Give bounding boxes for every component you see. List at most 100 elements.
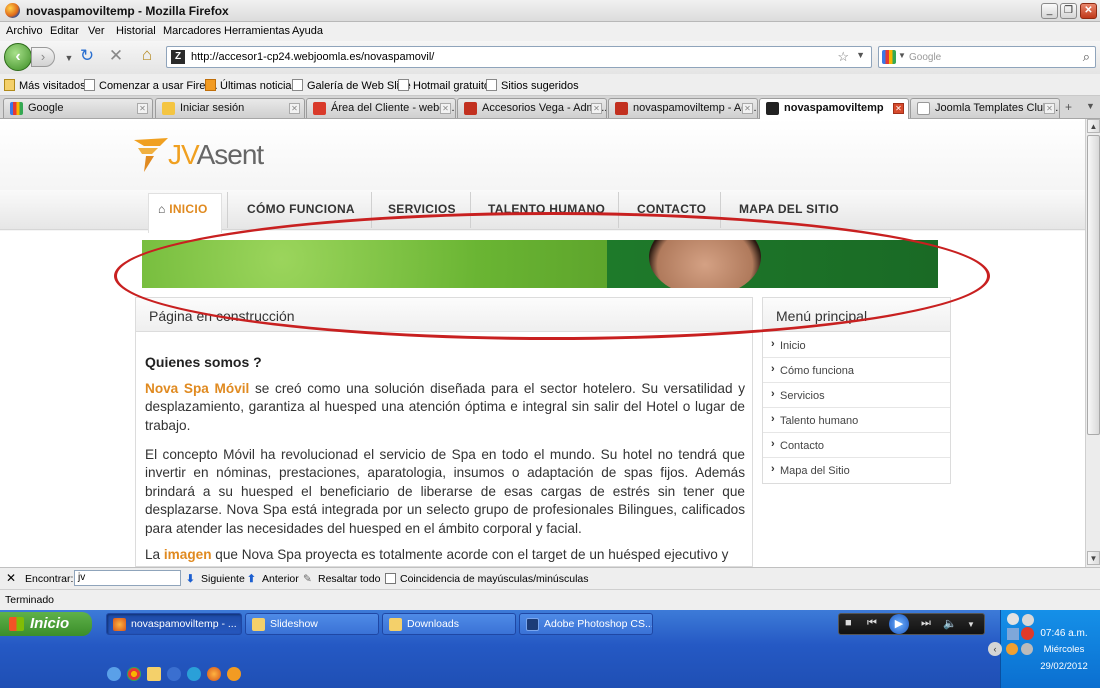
bookmark-ultimas-noticias[interactable]: Últimas noticias [205, 79, 297, 92]
close-tab-icon[interactable]: ✕ [289, 103, 300, 114]
tab-area-cliente[interactable]: Área del Cliente - webe... ✕ [306, 98, 456, 118]
tray-update-icon[interactable] [1006, 643, 1018, 655]
back-button[interactable]: ‹ [4, 43, 32, 71]
sidebar-item-contacto[interactable]: Contacto [763, 433, 950, 458]
tab-novaspa-admin[interactable]: novaspamoviltemp - Ad... ✕ [608, 98, 758, 118]
task-firefox[interactable]: novaspamoviltemp - ... [106, 613, 242, 635]
url-bar[interactable]: Z http://accesor1-cp24.webjoomla.es/nova… [166, 46, 872, 68]
site-logo[interactable]: JVAsent [168, 139, 264, 171]
tray-monitor-icon[interactable] [1007, 628, 1019, 640]
quicklaunch-app-icon[interactable] [227, 667, 241, 681]
search-icon[interactable]: ⌕ [1083, 49, 1090, 65]
clock-time[interactable]: 07:46 a.m. [1034, 628, 1094, 639]
next-track-icon[interactable]: ⏭ [921, 617, 931, 630]
menu-marcadores[interactable]: Marcadores [163, 25, 221, 37]
find-prev-button[interactable]: Anterior [262, 573, 299, 585]
volume-icon[interactable]: 🔈 [943, 617, 957, 630]
nav-contacto[interactable]: CONTACTO [637, 202, 706, 216]
menu-ver[interactable]: Ver [88, 25, 105, 37]
content-title: Página en construcción [149, 308, 295, 324]
sidebar-item-talento-humano[interactable]: Talento humano [763, 408, 950, 433]
highlight-all-button[interactable]: Resaltar todo [318, 573, 380, 585]
tray-antivirus-icon[interactable] [1021, 627, 1034, 640]
tab-google[interactable]: Google ✕ [3, 98, 153, 118]
previous-track-icon[interactable]: ⏮ [867, 617, 877, 630]
sidebar-item-inicio[interactable]: Inicio [763, 333, 950, 358]
nav-mapa-sitio[interactable]: MAPA DEL SITIO [739, 202, 839, 216]
close-find-icon[interactable]: ✕ [6, 571, 16, 585]
quicklaunch-ie-icon[interactable] [187, 667, 201, 681]
quicklaunch-firefox-icon[interactable] [207, 667, 221, 681]
media-player-toolbar[interactable]: ■ ⏮ ▶ ⏭ 🔈 ▼ [838, 613, 985, 635]
close-tab-icon[interactable]: ✕ [1044, 103, 1055, 114]
quicklaunch-desktop-icon[interactable] [107, 667, 121, 681]
nav-servicios[interactable]: SERVICIOS [388, 202, 456, 216]
tab-list-icon[interactable]: ▼ [1086, 101, 1095, 111]
close-tab-icon[interactable]: ✕ [742, 103, 753, 114]
quicklaunch-chrome-icon[interactable] [127, 667, 141, 681]
close-tab-icon[interactable]: ✕ [893, 103, 904, 114]
find-input[interactable]: jv [74, 570, 181, 586]
find-next-button[interactable]: Siguiente [201, 573, 245, 585]
scroll-down-icon[interactable]: ▼ [1087, 551, 1100, 565]
bookmark-web-slice[interactable]: Galería de Web Slice [292, 79, 411, 92]
play-icon[interactable]: ▶ [889, 614, 909, 634]
tab-novaspa-active[interactable]: novaspamoviltemp ✕ [759, 98, 909, 119]
stop-media-icon[interactable]: ■ [845, 617, 852, 629]
quicklaunch-folder-icon[interactable] [147, 667, 161, 681]
nav-talento-humano[interactable]: TALENTO HUMANO [488, 202, 605, 216]
scroll-up-icon[interactable]: ▲ [1087, 119, 1100, 133]
google-engine-icon[interactable] [882, 50, 896, 64]
bookmark-hotmail[interactable]: Hotmail gratuito [398, 79, 490, 92]
page-icon [486, 79, 497, 91]
menu-editar[interactable]: Editar [50, 25, 79, 37]
nova-spa-link[interactable]: Nova Spa Móvil [145, 381, 249, 396]
url-dropdown-icon[interactable]: ▼ [856, 50, 865, 60]
maximize-button[interactable]: ❐ [1060, 3, 1077, 19]
reload-icon[interactable]: ↻ [76, 46, 98, 66]
sidebar-item-servicios[interactable]: Servicios [763, 383, 950, 408]
bookmark-mas-visitados[interactable]: Más visitados [4, 79, 86, 92]
menu-ayuda[interactable]: Ayuda [292, 25, 323, 37]
close-button[interactable]: ✕ [1080, 3, 1097, 19]
tray-expand-icon[interactable]: ‹ [988, 642, 1002, 656]
task-photoshop[interactable]: Adobe Photoshop CS... [519, 613, 653, 635]
close-tab-icon[interactable]: ✕ [440, 103, 451, 114]
quicklaunch-media-icon[interactable] [167, 667, 181, 681]
sidebar-item-como-funciona[interactable]: Cómo funciona [763, 358, 950, 383]
new-tab-icon[interactable]: + [1065, 100, 1072, 114]
stop-icon[interactable]: ✕ [105, 46, 127, 66]
tray-security-icon[interactable] [1021, 643, 1033, 655]
content-heading: Quienes somos ? [145, 354, 262, 370]
engine-dropdown-icon[interactable]: ▼ [898, 51, 906, 60]
start-button[interactable]: Inicio [0, 612, 92, 636]
bookmark-star-icon[interactable]: ☆ [837, 49, 849, 65]
tab-joomla-templates[interactable]: Joomla Templates Club ... ✕ [910, 98, 1060, 118]
search-box[interactable]: ▼ Google ⌕ [878, 46, 1096, 68]
match-case-checkbox[interactable] [385, 573, 396, 584]
media-menu-icon[interactable]: ▼ [967, 620, 975, 629]
bookmark-sitios-sugeridos[interactable]: Sitios sugeridos [486, 79, 579, 92]
nav-inicio[interactable]: ⌂ INICIO [158, 202, 208, 216]
menu-herramientas[interactable]: Herramientas [224, 25, 290, 37]
close-tab-icon[interactable]: ✕ [591, 103, 602, 114]
home-icon[interactable]: ⌂ [136, 45, 158, 65]
close-tab-icon[interactable]: ✕ [137, 103, 148, 114]
scroll-thumb[interactable] [1087, 135, 1100, 435]
task-downloads[interactable]: Downloads [382, 613, 516, 635]
menu-historial[interactable]: Historial [116, 25, 156, 37]
tray-connection-icon[interactable] [1022, 614, 1034, 626]
rss-icon [205, 79, 216, 91]
tray-network-icon[interactable] [1007, 613, 1019, 625]
forward-button[interactable]: › [31, 47, 55, 67]
sidebar-item-mapa-sitio[interactable]: Mapa del Sitio [763, 458, 950, 483]
imagen-link[interactable]: imagen [164, 547, 212, 562]
menu-archivo[interactable]: Archivo [6, 25, 43, 37]
nav-como-funciona[interactable]: CÓMO FUNCIONA [247, 202, 355, 216]
task-slideshow[interactable]: Slideshow [245, 613, 379, 635]
tab-iniciar-sesion[interactable]: Iniciar sesión ✕ [155, 98, 305, 118]
tab-accesorios-vega[interactable]: Accesorios Vega - Admi... ✕ [457, 98, 607, 118]
vertical-scrollbar[interactable]: ▲ ▼ [1085, 119, 1100, 567]
bookmark-comenzar[interactable]: Comenzar a usar Firef... [84, 79, 218, 92]
minimize-button[interactable]: _ [1041, 3, 1058, 19]
